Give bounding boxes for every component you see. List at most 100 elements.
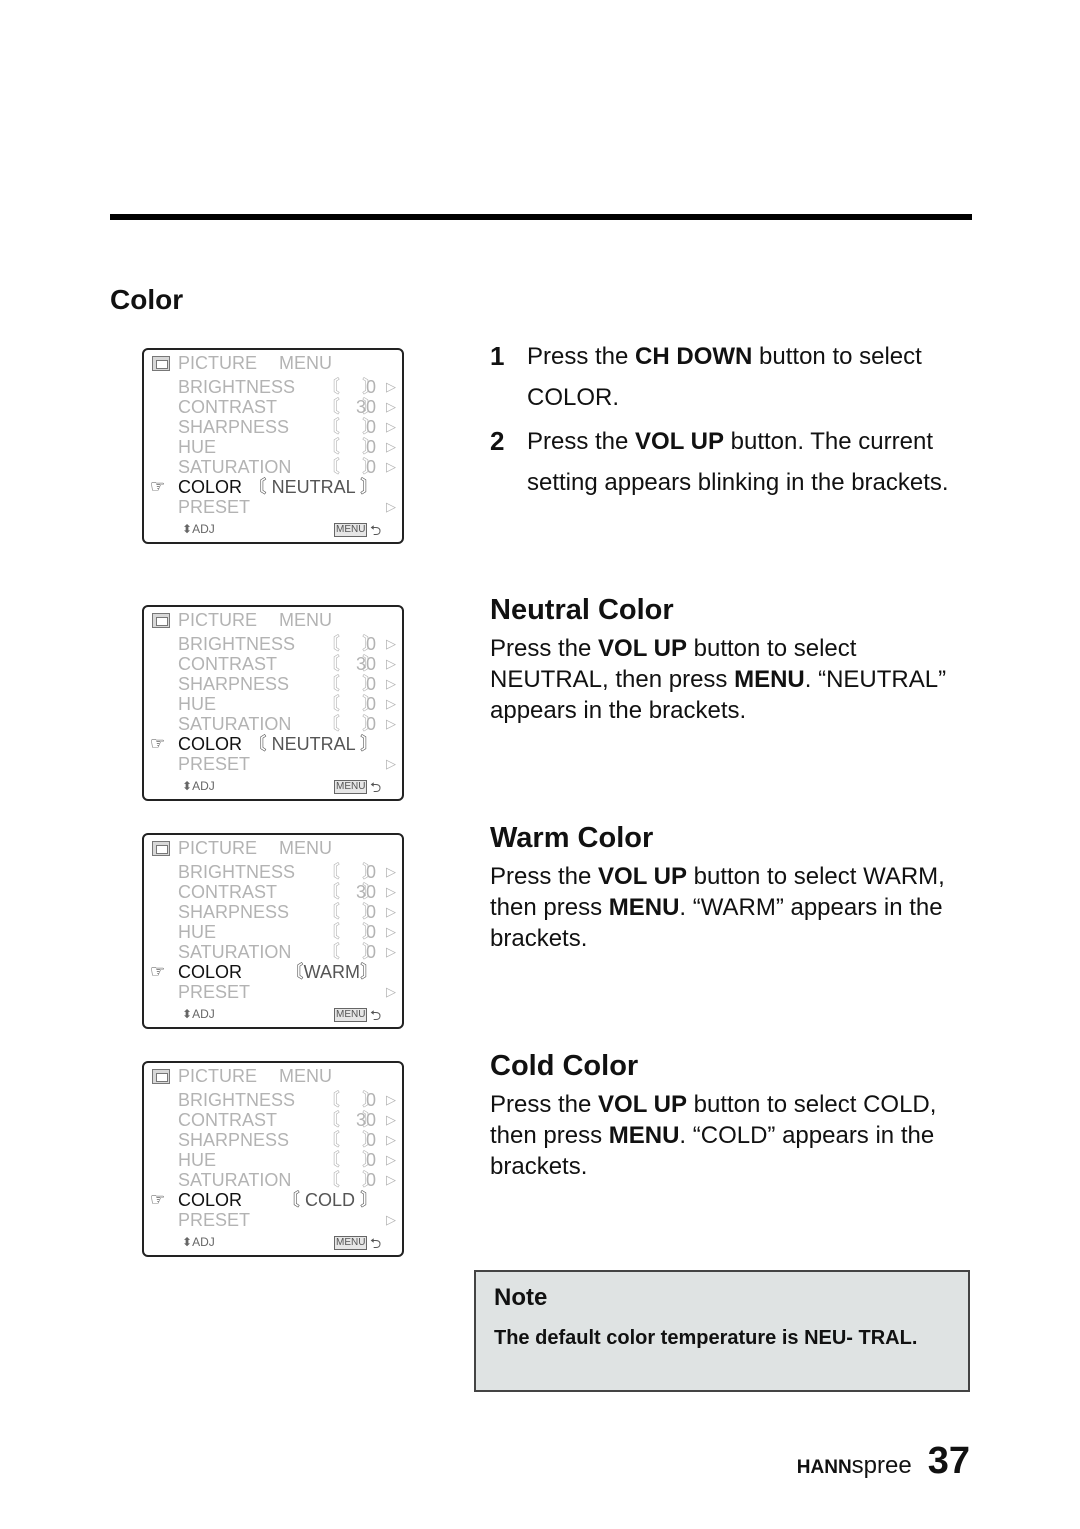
bracket-close: 〙 — [362, 417, 380, 437]
right-arrow-icon: ▷ — [386, 1132, 396, 1147]
osd-row: SATURATION 〘 0 〙 ▷ — [144, 1170, 402, 1190]
osd-row: CONTRAST 〘 30 〙 ▷ — [144, 1110, 402, 1130]
right-arrow-icon: ▷ — [386, 636, 396, 651]
osd-row-label: COLOR — [178, 1190, 243, 1210]
up-down-icon: ⬍ — [182, 779, 193, 793]
note-title: Note — [494, 1284, 548, 1311]
right-arrow-icon: ▷ — [386, 1212, 396, 1227]
bracket-close: 〙 — [362, 1150, 380, 1170]
button-name: VOL UP — [635, 428, 724, 455]
right-arrow-icon: ▷ — [386, 944, 396, 959]
subsection-title: Cold Color — [490, 1050, 639, 1082]
right-arrow-icon: ▷ — [386, 884, 396, 899]
picture-icon — [152, 1069, 170, 1084]
subsection-title: Neutral Color — [490, 594, 674, 626]
step-text: Press the — [527, 343, 636, 370]
osd-row-label: SATURATION — [178, 942, 292, 962]
osd-row-label: HUE — [178, 694, 217, 714]
menu-badge: MENU — [334, 780, 368, 794]
subsection-body: Press the VOL UP button to select NEUTRA… — [490, 635, 947, 724]
color-value: 〘 NEUTRAL 〙 — [248, 477, 378, 497]
osd-row-preset: PRESET ▷ — [144, 497, 402, 517]
brand-logo-light: spree — [851, 1452, 912, 1479]
top-rule — [110, 214, 972, 220]
osd-row-label: COLOR — [178, 477, 243, 497]
osd-row-label: CONTRAST — [178, 397, 277, 417]
bracket-close: 〙 — [362, 674, 380, 694]
osd-row-label: CONTRAST — [178, 882, 277, 902]
button-name: CH DOWN — [635, 343, 753, 370]
osd-picture-menu: PICTURE MENU BRIGHTNESS 〘 0 〙 ▷ CONTRAST 〘 30 〙 ▷ SH… — [142, 1061, 404, 1257]
osd-row: CONTRAST 〘 30 〙 ▷ — [144, 397, 402, 417]
osd-row-label: SHARPNESS — [178, 1130, 290, 1150]
return-icon: ⮌ — [370, 522, 382, 538]
right-arrow-icon: ▷ — [386, 676, 396, 691]
osd-row: CONTRAST 〘 30 〙 ▷ — [144, 654, 402, 674]
bracket-close: 〙 — [362, 1110, 380, 1130]
menu-badge: MENU — [334, 1008, 368, 1022]
page-footer: HANN spree 37 — [797, 1440, 970, 1483]
right-arrow-icon: ▷ — [386, 1092, 396, 1107]
osd-row-label: HUE — [178, 1150, 217, 1170]
bracket-close: 〙 — [362, 654, 380, 674]
adj-label: ADJ — [192, 779, 215, 793]
subsection-body: Press the VOL UP button to select COLD, … — [490, 1091, 937, 1180]
osd-menu-label: MENU — [279, 353, 332, 373]
osd-header: PICTURE MENU — [144, 838, 402, 858]
osd-row-color-selected: ☞ COLOR 〘 COLD 〙 — [144, 1190, 402, 1210]
right-arrow-icon: ▷ — [386, 1152, 396, 1167]
bracket-close: 〙 — [362, 1090, 380, 1110]
osd-picture-menu: PICTURE MENU BRIGHTNESS 〘 0 〙 ▷ CONTRAST 〘 30 〙 ▷ SH… — [142, 833, 404, 1029]
right-arrow-icon: ▷ — [386, 864, 396, 879]
osd-row: BRIGHTNESS 〘 0 〙 ▷ — [144, 862, 402, 882]
right-arrow-icon: ▷ — [386, 984, 396, 999]
osd-row-label: SHARPNESS — [178, 902, 290, 922]
osd-row-label: PRESET — [178, 1210, 251, 1230]
right-arrow-icon: ▷ — [386, 399, 396, 414]
bracket-close: 〙 — [362, 457, 380, 477]
picture-icon — [152, 841, 170, 856]
osd-row-label: SHARPNESS — [178, 417, 290, 437]
bracket-close: 〙 — [362, 942, 380, 962]
osd-row-label: COLOR — [178, 734, 243, 754]
bracket-close: 〙 — [362, 1130, 380, 1150]
return-icon: ⮌ — [370, 1007, 382, 1023]
osd-picture-menu: PICTURE MENU BRIGHTNESS 〘 0 〙 ▷ CONTRAST 〘 30 〙 ▷ SH… — [142, 348, 404, 544]
osd-row-label: HUE — [178, 437, 217, 457]
osd-menu-label: MENU — [279, 838, 332, 858]
osd-footer: ⬍ADJ MENU ⮌ — [144, 1007, 402, 1023]
subsection-title: Warm Color — [490, 822, 654, 854]
osd-footer: ⬍ADJ MENU ⮌ — [144, 522, 402, 538]
bracket-close: 〙 — [362, 397, 380, 417]
osd-row-label: SATURATION — [178, 714, 292, 734]
step-number: 1 — [490, 341, 505, 371]
up-down-icon: ⬍ — [182, 1007, 193, 1021]
osd-row-label: CONTRAST — [178, 1110, 277, 1130]
menu-badge: MENU — [334, 1236, 368, 1250]
note-body: The default color temperature is NEU- TR… — [494, 1327, 918, 1349]
picture-icon — [152, 613, 170, 628]
osd-row-label: SATURATION — [178, 457, 292, 477]
pointing-hand-icon: ☞ — [150, 734, 166, 753]
menu-badge: MENU — [334, 523, 368, 537]
up-down-icon: ⬍ — [182, 1235, 193, 1249]
osd-row-label: BRIGHTNESS — [178, 377, 296, 397]
osd-footer: ⬍ADJ MENU ⮌ — [144, 1235, 402, 1251]
osd-header: PICTURE MENU — [144, 1066, 402, 1086]
osd-footer: ⬍ADJ MENU ⮌ — [144, 779, 402, 795]
color-value: 〘 COLD 〙 — [281, 1190, 378, 1210]
osd-row-label: BRIGHTNESS — [178, 862, 296, 882]
osd-row: BRIGHTNESS 〘 0 〙 ▷ — [144, 1090, 402, 1110]
right-arrow-icon: ▷ — [386, 1112, 396, 1127]
right-arrow-icon: ▷ — [386, 696, 396, 711]
osd-row: HUE 〘 0 〙 ▷ — [144, 694, 402, 714]
bracket-close: 〙 — [362, 922, 380, 942]
subsection-neutral: Neutral Color Press the VOL UP button to… — [490, 594, 950, 726]
bracket-close: 〙 — [362, 882, 380, 902]
osd-row-label: SATURATION — [178, 1170, 292, 1190]
adjust-hint: ⬍ADJ — [182, 779, 215, 793]
osd-row-preset: PRESET ▷ — [144, 982, 402, 1002]
right-arrow-icon: ▷ — [386, 1172, 396, 1187]
step-1: 1 Press the CH DOWN button to select COL… — [490, 336, 960, 418]
osd-title: PICTURE — [178, 353, 258, 373]
